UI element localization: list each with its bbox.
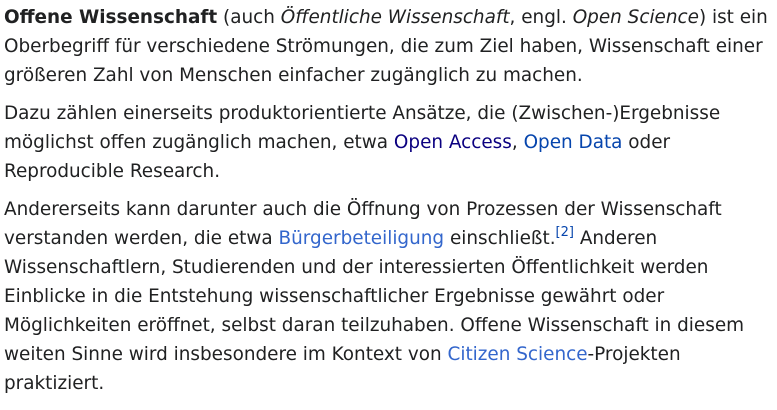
- text-span: einschließt.: [444, 228, 556, 249]
- text-span: , engl.: [509, 7, 573, 28]
- reference-link[interactable]: [2]: [556, 225, 574, 240]
- link-citizen-science[interactable]: Citizen Science: [448, 344, 588, 365]
- paragraph-product-oriented: Dazu zählen einerseits produktorientiert…: [4, 99, 774, 186]
- english-name: Open Science: [572, 7, 699, 28]
- paragraph-intro: Offene Wissenschaft (auch Öffentliche Wi…: [4, 3, 774, 90]
- link-open-data[interactable]: Open Data: [524, 132, 623, 153]
- reference-superscript: [2]: [556, 225, 574, 240]
- article-content: Offene Wissenschaft (auch Öffentliche Wi…: [0, 0, 774, 398]
- link-buergerbeteiligung[interactable]: Bürgerbeteiligung: [279, 228, 445, 249]
- text-span: ,: [511, 132, 524, 153]
- link-open-access[interactable]: Open Access: [394, 132, 512, 153]
- paragraph-process-oriented: Andererseits kann darunter auch die Öffn…: [4, 195, 774, 398]
- alt-name: Öffentliche Wissenschaft: [280, 7, 510, 28]
- text-span: (auch: [217, 7, 281, 28]
- article-term: Offene Wissenschaft: [4, 7, 218, 28]
